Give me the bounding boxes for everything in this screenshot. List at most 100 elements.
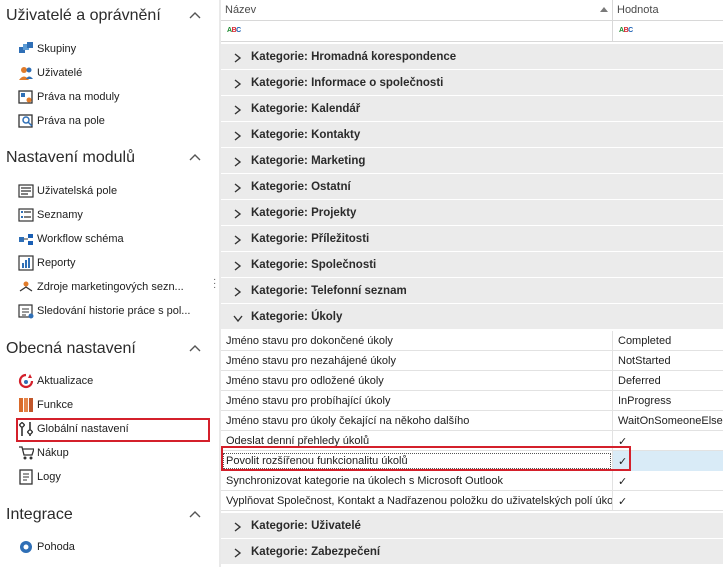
abc-filter-icon: ABC: [227, 27, 241, 34]
nav-item-label: Práva na moduly: [37, 91, 120, 103]
group-row[interactable]: Kategorie: Uživatelé: [221, 513, 723, 539]
chevron-right-icon[interactable]: [233, 260, 242, 271]
setting-row[interactable]: Vyplňovat Společnost, Kontakt a Nadřazen…: [221, 491, 723, 511]
chevron-down-icon[interactable]: [233, 312, 243, 323]
setting-name-cell[interactable]: Jméno stavu pro úkoly čekající na někoho…: [221, 411, 613, 431]
nav-item[interactable]: Uživatelská pole: [18, 182, 208, 202]
group-label: Kategorie: Uživatelé: [251, 520, 361, 532]
setting-checkbox-cell[interactable]: ✓: [613, 451, 723, 471]
nav-item[interactable]: Skupiny: [18, 40, 208, 60]
setting-name-cell[interactable]: Jméno stavu pro probíhající úkoly: [221, 391, 613, 411]
nav-section-header[interactable]: Uživatelé a oprávnění: [6, 5, 206, 29]
nav-item[interactable]: Uživatelé: [18, 64, 208, 84]
setting-row[interactable]: Synchronizovat kategorie na úkolech s Mi…: [221, 471, 723, 491]
setting-name-cell[interactable]: Vyplňovat Společnost, Kontakt a Nadřazen…: [221, 491, 613, 511]
setting-checkbox-cell[interactable]: ✓: [613, 491, 723, 511]
setting-name-cell[interactable]: Jméno stavu pro odložené úkoly: [221, 371, 613, 391]
nav-section-header[interactable]: Obecná nastavení: [6, 338, 206, 362]
chevron-right-icon[interactable]: [233, 182, 242, 193]
chevron-right-icon[interactable]: [233, 234, 242, 245]
nav-section-header[interactable]: Integrace: [6, 504, 206, 528]
setting-name-cell[interactable]: Jméno stavu pro nezahájené úkoly: [221, 351, 613, 371]
setting-value-cell[interactable]: Completed: [613, 331, 723, 351]
group-label: Kategorie: Kontakty: [251, 129, 361, 141]
chevron-right-icon[interactable]: [233, 208, 242, 219]
nav-item[interactable]: Práva na moduly: [18, 88, 208, 108]
column-header-value-label: Hodnota: [617, 4, 659, 16]
setting-row[interactable]: Jméno stavu pro úkoly čekající na někoho…: [221, 411, 723, 431]
group-row[interactable]: Kategorie: Úkoly: [221, 304, 723, 330]
chevron-right-icon[interactable]: [233, 52, 242, 63]
setting-name-cell[interactable]: Synchronizovat kategorie na úkolech s Mi…: [221, 471, 613, 491]
group-label: Kategorie: Zabezpečení: [251, 546, 381, 558]
group-row[interactable]: Kategorie: Kalendář: [221, 96, 723, 122]
nav-item-label: Funkce: [37, 399, 74, 411]
nav-item[interactable]: Workflow schéma: [18, 230, 208, 250]
setting-value-cell[interactable]: NotStarted: [613, 351, 723, 371]
nav-item[interactable]: Sledování historie práce s pol...: [18, 302, 208, 322]
nav-item[interactable]: Funkce: [18, 396, 208, 416]
custom-fields-icon: [18, 183, 34, 199]
chevron-up-icon[interactable]: [188, 342, 202, 354]
group-row[interactable]: Kategorie: Příležitosti: [221, 226, 723, 252]
group-row[interactable]: Kategorie: Marketing: [221, 148, 723, 174]
nav-item[interactable]: Seznamy: [18, 206, 208, 226]
setting-name-cell[interactable]: Jméno stavu pro dokončené úkoly: [221, 331, 613, 351]
nav-item-label: Globální nastavení: [37, 423, 129, 435]
group-row[interactable]: Kategorie: Zabezpečení: [221, 539, 723, 565]
setting-row[interactable]: Jméno stavu pro probíhající úkoly InProgr…: [221, 391, 723, 411]
chevron-right-icon[interactable]: [233, 547, 242, 558]
filter-cell-name[interactable]: ABC: [221, 21, 613, 42]
group-label: Kategorie: Kalendář: [251, 103, 361, 115]
group-row[interactable]: Kategorie: Kontakty: [221, 122, 723, 148]
nav-item[interactable]: Práva na pole: [18, 112, 208, 132]
chevron-right-icon[interactable]: [233, 130, 242, 141]
nav-item-label: Logy: [37, 471, 61, 483]
setting-value-cell[interactable]: WaitOnSomeoneElse: [613, 411, 723, 431]
group-row[interactable]: Kategorie: Informace o společnosti: [221, 70, 723, 96]
workflow-icon: [18, 231, 34, 247]
setting-checkbox-cell[interactable]: ✓: [613, 431, 723, 451]
group-label: Kategorie: Projekty: [251, 207, 357, 219]
chevron-right-icon[interactable]: [233, 286, 242, 297]
setting-row[interactable]: Jméno stavu pro dokončené úkoly Completed: [221, 331, 723, 351]
nav-item[interactable]: Nákup: [18, 444, 208, 464]
group-row[interactable]: Kategorie: Projekty: [221, 200, 723, 226]
setting-value-cell[interactable]: InProgress: [613, 391, 723, 411]
nav-item[interactable]: Logy: [18, 468, 208, 488]
setting-row[interactable]: Povolit rozšířenou funkcionalitu úkolů ✓: [221, 451, 723, 471]
group-label: Kategorie: Hromadná korespondence: [251, 51, 457, 63]
nav-item[interactable]: Aktualizace: [18, 372, 208, 392]
nav-item[interactable]: Zdroje marketingových sezn...: [18, 278, 208, 298]
column-header-name[interactable]: Název: [221, 0, 613, 21]
nav-item[interactable]: Reporty: [18, 254, 208, 274]
setting-row[interactable]: Jméno stavu pro nezahájené úkoly NotStart…: [221, 351, 723, 371]
chevron-up-icon[interactable]: [188, 9, 202, 21]
nav-item-label: Nákup: [37, 447, 69, 459]
nav-section-header[interactable]: Nastavení modulů: [6, 147, 206, 171]
setting-checkbox-cell[interactable]: ✓: [613, 471, 723, 491]
setting-row[interactable]: Jméno stavu pro odložené úkoly Deferred: [221, 371, 723, 391]
setting-name-cell[interactable]: Povolit rozšířenou funkcionalitu úkolů: [221, 451, 613, 471]
chevron-right-icon[interactable]: [233, 104, 242, 115]
group-row[interactable]: Kategorie: Telefonní seznam: [221, 278, 723, 304]
column-header-value[interactable]: Hodnota: [613, 0, 723, 21]
group-row[interactable]: Kategorie: Společnosti: [221, 252, 723, 278]
chevron-up-icon[interactable]: [188, 508, 202, 520]
group-row[interactable]: Kategorie: Hromadná korespondence: [221, 44, 723, 70]
chevron-up-icon[interactable]: [188, 151, 202, 163]
groups-icon: [18, 41, 34, 57]
chevron-right-icon[interactable]: [233, 521, 242, 532]
nav-section-title: Obecná nastavení: [6, 340, 136, 357]
setting-name-cell[interactable]: Odeslat denní přehledy úkolů: [221, 431, 613, 451]
sidebar-resize-grip[interactable]: · · ·: [213, 275, 217, 293]
setting-value-cell[interactable]: Deferred: [613, 371, 723, 391]
nav-item[interactable]: Pohoda: [18, 538, 208, 558]
nav-item[interactable]: Globální nastavení: [16, 418, 210, 442]
nav-item-label: Reporty: [37, 257, 76, 269]
group-row[interactable]: Kategorie: Ostatní: [221, 174, 723, 200]
setting-row[interactable]: Odeslat denní přehledy úkolů ✓: [221, 431, 723, 451]
filter-cell-value[interactable]: ABC: [613, 21, 723, 42]
chevron-right-icon[interactable]: [233, 78, 242, 89]
chevron-right-icon[interactable]: [233, 156, 242, 167]
